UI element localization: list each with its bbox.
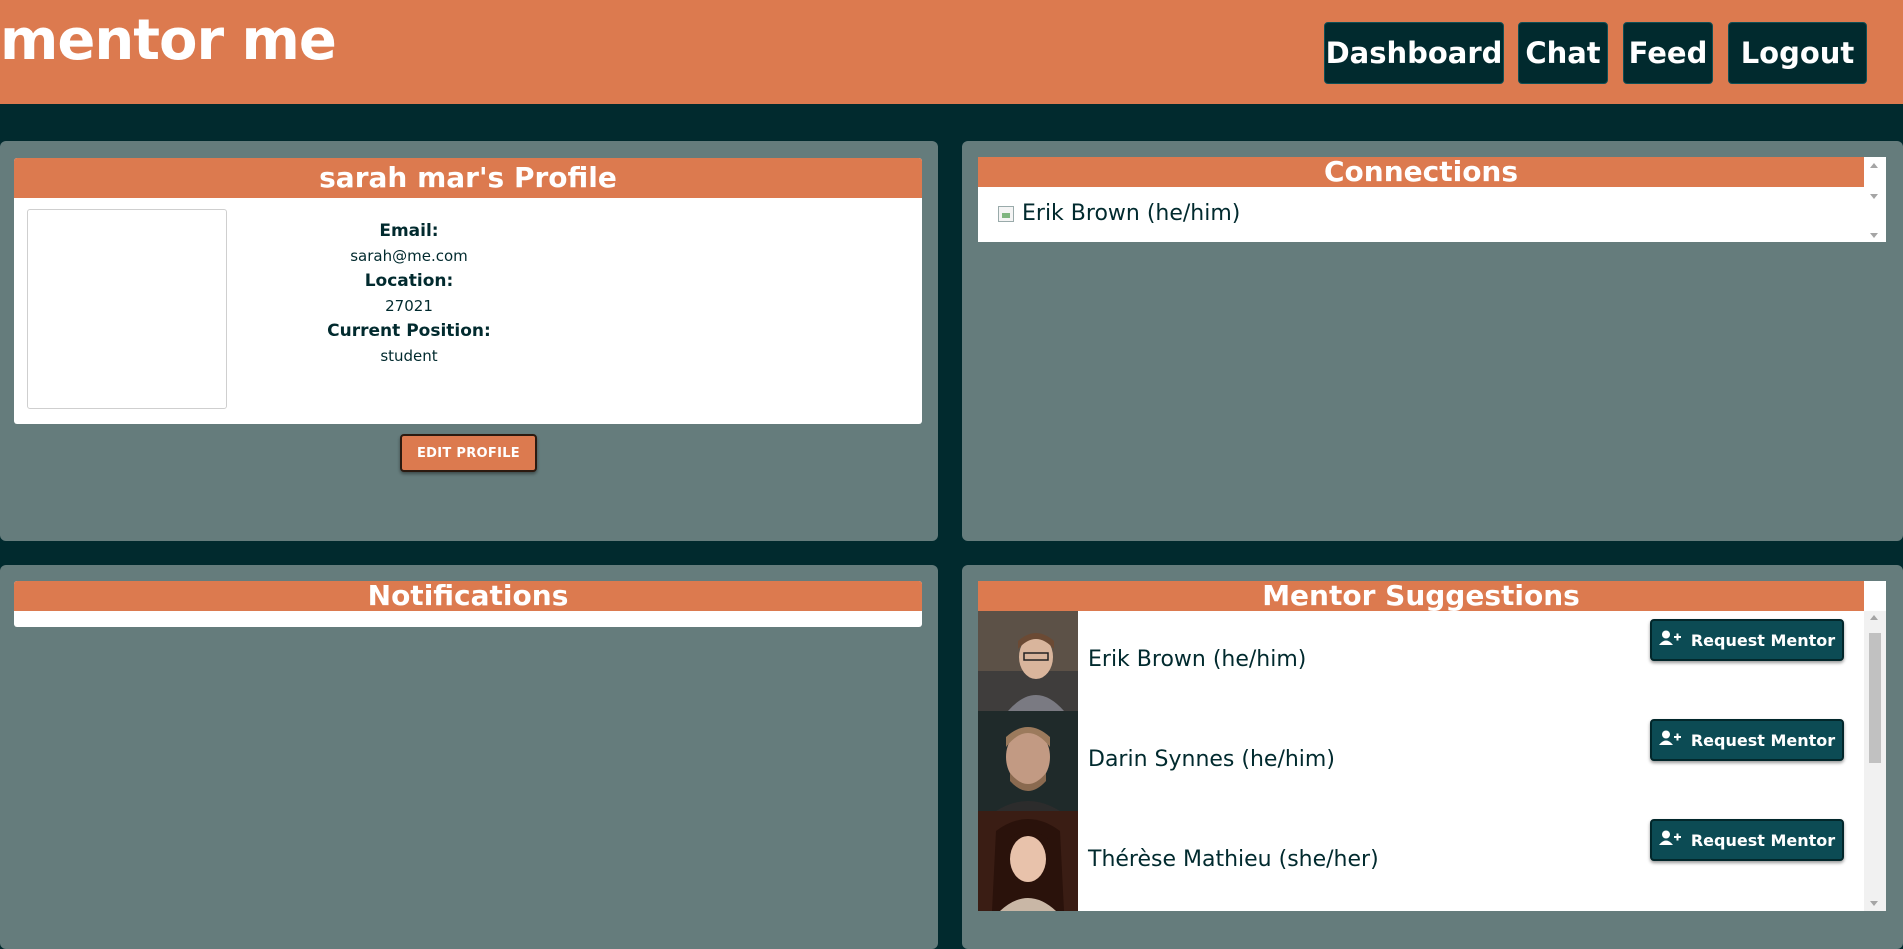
mentor-row: Erik Brown (he/him) Request Mentor <box>978 611 1864 711</box>
notifications-card: Notifications <box>14 581 922 627</box>
request-mentor-button[interactable]: Request Mentor <box>1650 619 1844 661</box>
scroll-down-arrow-icon[interactable] <box>1870 901 1878 906</box>
request-mentor-label: Request Mentor <box>1690 730 1836 750</box>
add-user-icon <box>1658 830 1681 850</box>
request-mentor-label: Request Mentor <box>1690 830 1836 850</box>
mentor-scrollbar[interactable] <box>1864 611 1886 911</box>
mentor-name[interactable]: Darin Synnes (he/him) <box>1088 747 1335 772</box>
edit-profile-button[interactable]: EDIT PROFILE <box>400 434 537 472</box>
connection-item[interactable]: Erik Brown (he/him) <box>998 201 1240 226</box>
scroll-up-arrow-icon[interactable] <box>1870 163 1878 168</box>
profile-title: sarah mar's Profile <box>14 158 922 198</box>
position-label: Current Position: <box>327 321 491 341</box>
mentor-avatar <box>978 811 1078 911</box>
position-value: student <box>380 347 438 365</box>
add-user-icon <box>1658 730 1681 750</box>
mentor-avatar <box>978 611 1078 711</box>
mentor-row: Thérèse Mathieu (she/her) Request Mentor <box>978 811 1864 911</box>
nav-chat-button[interactable]: Chat <box>1518 22 1608 84</box>
broken-image-icon <box>998 205 1014 222</box>
mentor-suggestions-card: Mentor Suggestions Erik Brown (he/him) R… <box>978 581 1886 911</box>
request-mentor-label: Request Mentor <box>1690 630 1836 650</box>
mentor-row: Darin Synnes (he/him) Request Mentor <box>978 711 1864 811</box>
nav-feed-button[interactable]: Feed <box>1623 22 1713 84</box>
location-label: Location: <box>364 271 454 291</box>
profile-info: Email: sarah@me.com Location: 27021 Curr… <box>314 220 504 370</box>
scrollbar-thumb[interactable] <box>1869 633 1881 763</box>
scroll-up-arrow-icon[interactable] <box>1870 615 1878 620</box>
mentor-name[interactable]: Erik Brown (he/him) <box>1088 647 1306 672</box>
mentor-avatar <box>978 711 1078 811</box>
profile-avatar <box>27 209 227 409</box>
add-user-icon <box>1658 630 1681 650</box>
mentor-suggestions-title: Mentor Suggestions <box>978 581 1864 611</box>
request-mentor-button[interactable]: Request Mentor <box>1650 719 1844 761</box>
email-label: Email: <box>379 221 439 241</box>
brand-logo[interactable]: mentor me <box>0 8 337 73</box>
top-navbar: mentor me Dashboard Chat Feed Logout <box>0 0 1903 104</box>
scroll-down-arrow-icon-upper[interactable] <box>1870 194 1878 199</box>
location-value: 27021 <box>385 297 433 315</box>
request-mentor-button[interactable]: Request Mentor <box>1650 819 1844 861</box>
notifications-title: Notifications <box>14 581 922 611</box>
nav-dashboard-button[interactable]: Dashboard <box>1324 22 1504 84</box>
connections-card: Connections Erik Brown (he/him) <box>978 157 1886 242</box>
scroll-down-arrow-icon[interactable] <box>1870 233 1878 238</box>
email-value: sarah@me.com <box>350 247 468 265</box>
connections-title: Connections <box>978 157 1864 187</box>
connections-scrollbar[interactable] <box>1864 157 1886 242</box>
profile-card: sarah mar's Profile Email: sarah@me.com … <box>14 158 922 424</box>
mentor-name[interactable]: Thérèse Mathieu (she/her) <box>1088 847 1379 872</box>
connection-name: Erik Brown (he/him) <box>1022 201 1241 226</box>
nav-logout-button[interactable]: Logout <box>1728 22 1867 84</box>
